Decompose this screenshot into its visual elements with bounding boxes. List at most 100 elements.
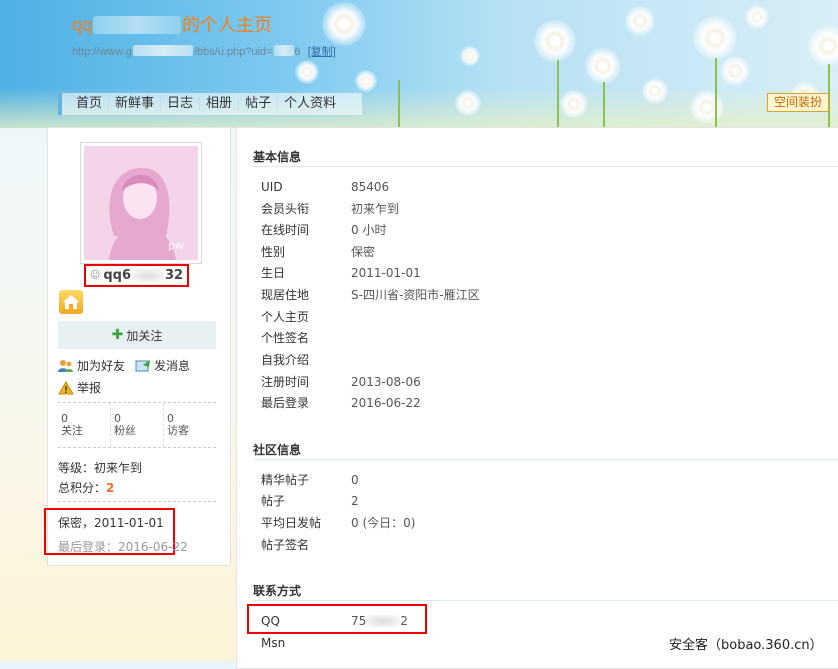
birth-info: 保密，2011-01-01 (58, 516, 164, 530)
dandelion-decoration (745, 5, 769, 29)
nav-profile[interactable]: 个人资料 (278, 97, 342, 111)
dandelion-decoration (460, 46, 480, 66)
row-label: 生日 (261, 266, 286, 280)
nav-fresh[interactable]: 新鲜事 (109, 97, 162, 111)
row-label: 个性签名 (261, 331, 310, 345)
row-value: 0 (351, 473, 359, 487)
blurred-uid (273, 45, 294, 56)
dandelion-decoration (560, 90, 588, 118)
info-row: 平均日发帖 0 (今日：0) (261, 516, 415, 530)
flower-stem (557, 60, 559, 128)
info-row: 最后登录 2016-06-22 (261, 396, 421, 410)
info-row: UID 85406 (261, 180, 389, 194)
profile-header: qq 的个人主页 http://www.g/bbs/u.php?uid= 6 [复制… (0, 0, 838, 128)
send-message-button[interactable]: 发消息 (135, 357, 190, 374)
profile-sidebar: pw ☺ qq6 32 ✚ 加关注 加为好友 发消息 举报 0 关注 0 粉丝 … (44, 127, 231, 566)
sidebar-divider (58, 501, 216, 502)
warning-icon (58, 380, 74, 395)
info-row: 生日 2011-01-01 (261, 266, 421, 280)
info-row: 在线时间 0 小时 (261, 223, 386, 237)
nav-posts[interactable]: 帖子 (239, 97, 279, 111)
info-row: 现居住地 S-四川省-资阳市-雁江区 (261, 288, 480, 302)
info-row: 帖子签名 (261, 538, 351, 552)
row-value: 2016-06-22 (351, 396, 421, 410)
row-value: 2 (351, 494, 359, 508)
last-login-info: 最后登录：2016-06-22 (58, 540, 188, 554)
points-label: 总积分： (58, 481, 107, 495)
info-row: 性别 保密 (261, 245, 375, 259)
home-icon[interactable] (59, 290, 83, 314)
nav-diary[interactable]: 日志 (161, 97, 201, 111)
row-label: 帖子 (261, 494, 286, 508)
row-label: Msn (261, 636, 286, 650)
row-label: 最后登录 (261, 396, 310, 410)
stat-label: 关注 (61, 424, 83, 437)
avatar-mark: pw (168, 239, 184, 252)
dandelion-decoration (322, 2, 366, 46)
add-friend-button[interactable]: 加为好友 (58, 357, 125, 374)
dandelion-decoration (534, 20, 576, 62)
info-row: 个人主页 (261, 310, 351, 324)
watermark: 安全客（bobao.360.cn） (669, 638, 823, 653)
username-label: ☺ qq6 32 (84, 264, 189, 287)
title-prefix: qq (72, 15, 93, 35)
house-glyph (63, 295, 79, 309)
info-row: 自我介绍 (261, 353, 351, 367)
section-divider (253, 166, 838, 167)
url-end: 6 (294, 46, 301, 58)
stat-fans[interactable]: 0 粉丝 (111, 403, 164, 447)
info-row-msn: Msn (261, 636, 351, 650)
row-value: 初来乍到 (351, 202, 400, 216)
url-mid: /bbs/u.php?uid= (193, 46, 273, 58)
dandelion-decoration (720, 56, 750, 86)
blurred-qq (366, 615, 401, 627)
avatar[interactable]: pw (84, 146, 198, 260)
profile-nav: 首页 新鲜事 日志 相册 帖子 个人资料 (58, 93, 362, 115)
copy-url-link[interactable]: [复制] (308, 46, 336, 58)
row-label: 注册时间 (261, 375, 310, 389)
stat-label: 访客 (167, 424, 189, 437)
nav-album[interactable]: 相册 (200, 97, 240, 111)
row-value: 0 小时 (351, 223, 387, 237)
level-info: 等级：初来乍到 总积分：2 (58, 458, 142, 498)
dandelion-decoration (693, 16, 737, 60)
title-suffix: 的个人主页 (182, 15, 273, 35)
row-label: 平均日发帖 (261, 516, 322, 530)
stat-following[interactable]: 0 关注 (58, 403, 111, 447)
dandelion-decoration (585, 48, 621, 84)
section-title-contact: 联系方式 (253, 584, 302, 598)
row-label: 个人主页 (261, 310, 310, 324)
points-value: 2 (106, 481, 115, 495)
qq-end: 2 (400, 614, 408, 628)
row-label: 会员头衔 (261, 202, 310, 216)
info-row-qq: QQ 75 2 (261, 614, 408, 628)
info-row: 帖子 2 (261, 494, 359, 508)
flower-stem (603, 82, 605, 128)
row-label: 现居住地 (261, 288, 310, 302)
follow-button[interactable]: ✚ 加关注 (58, 321, 216, 349)
stat-visitors[interactable]: 0 访客 (164, 403, 216, 447)
blurred-username (132, 269, 164, 282)
row-label: 在线时间 (261, 223, 310, 237)
dandelion-decoration (295, 60, 319, 84)
decorate-space-button[interactable]: 空间装扮 (767, 93, 830, 112)
dandelion-decoration (455, 90, 481, 116)
qq-start: 75 (351, 614, 367, 628)
row-label: 性别 (261, 245, 286, 259)
info-row: 注册时间 2013-08-06 (261, 375, 421, 389)
section-title-community: 社区信息 (253, 443, 302, 457)
section-title-basic: 基本信息 (253, 150, 302, 164)
dandelion-decoration (625, 6, 655, 36)
dandelion-decoration (642, 78, 668, 104)
row-value: 75 2 (351, 614, 408, 628)
stat-label: 粉丝 (114, 424, 136, 437)
profile-url: http://www.g/bbs/u.php?uid= 6 [复制] (72, 43, 336, 59)
row-label: 精华帖子 (261, 473, 310, 487)
row-value: S-四川省-资阳市-雁江区 (351, 288, 480, 302)
blurred-username (93, 16, 182, 34)
row-value: 2013-08-06 (351, 375, 421, 389)
flower-stem (715, 58, 717, 128)
info-row: 个性签名 (261, 331, 351, 345)
report-button[interactable]: 举报 (58, 379, 101, 396)
nav-home[interactable]: 首页 (62, 97, 110, 111)
